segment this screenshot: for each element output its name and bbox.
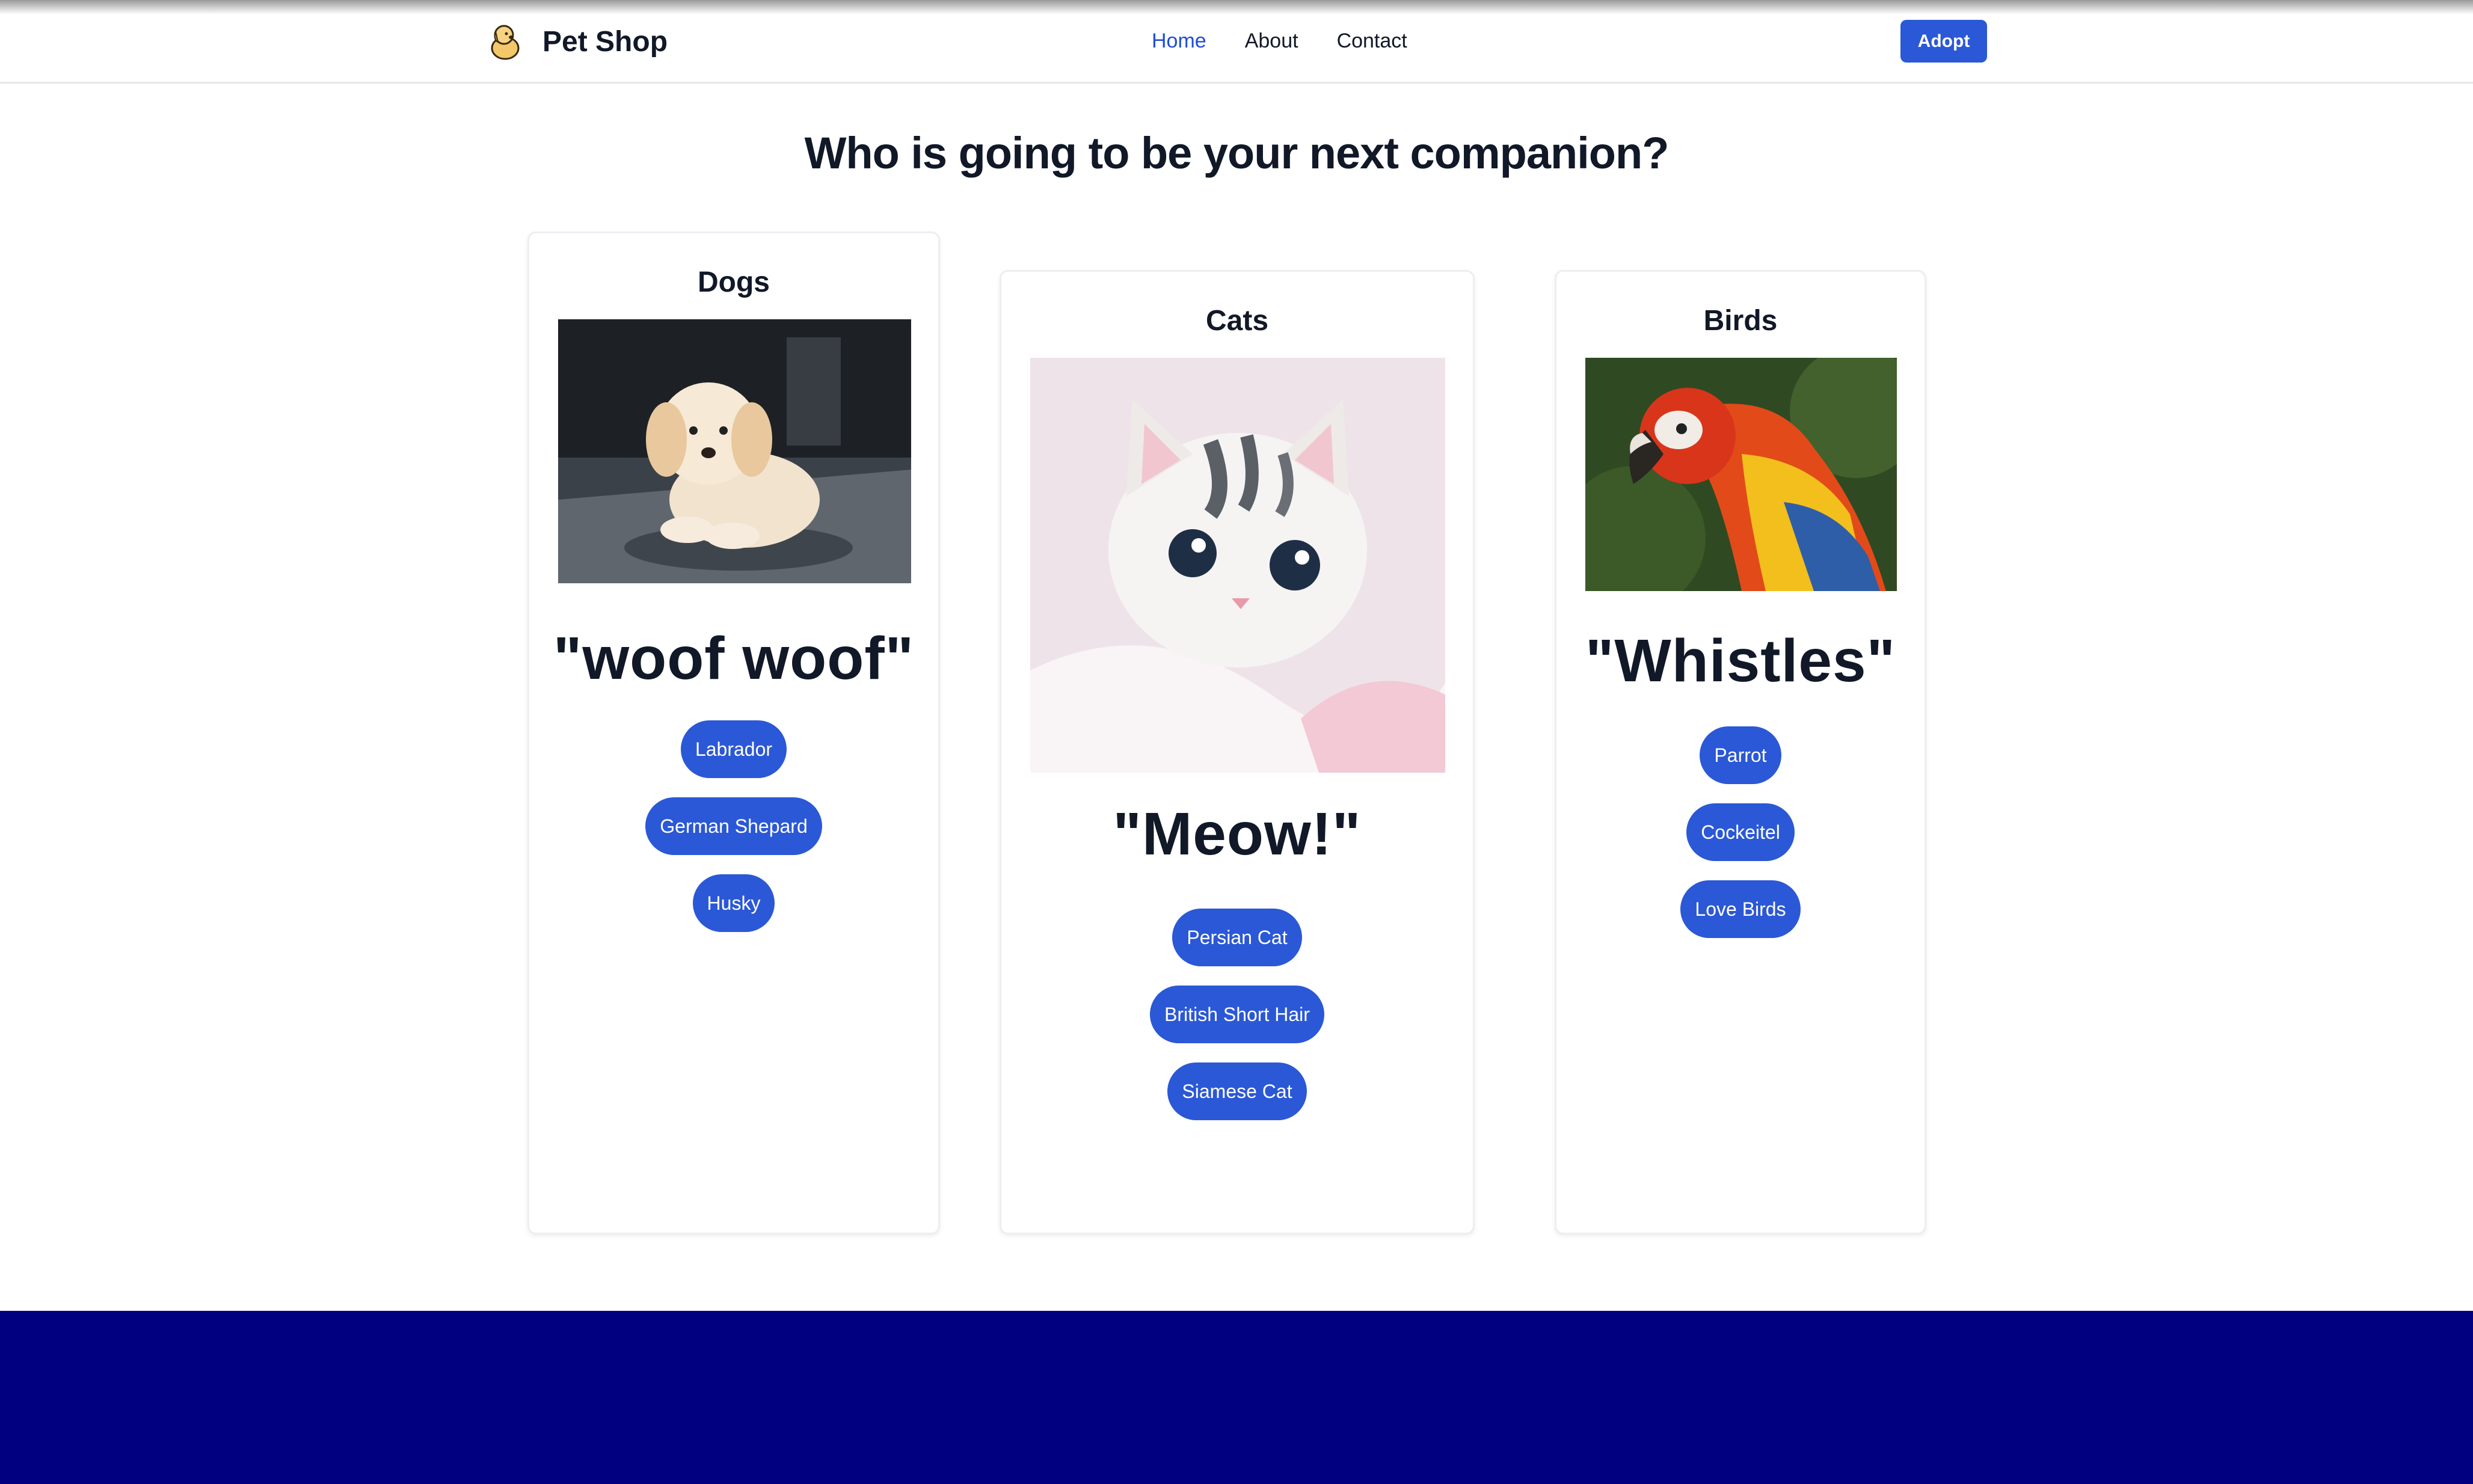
card-title: Birds [1703,305,1778,337]
card-sound: "woof woof" [553,625,915,692]
card-sound: "Whistles" [1585,627,1896,694]
breed-german-shepard-button[interactable]: German Shepard [645,797,822,855]
navbar: Pet Shop Home About Contact Adopt [0,0,2473,84]
dog-logo-icon [487,22,523,61]
breed-husky-button[interactable]: Husky [692,874,775,932]
card-title: Cats [1205,305,1269,337]
breed-list: Persian Cat British Short Hair Siamese C… [1001,909,1473,1139]
footer [0,1311,2473,1484]
breed-british-short-hair-button[interactable]: British Short Hair [1150,986,1324,1043]
breed-love-birds-button[interactable]: Love Birds [1680,880,1801,938]
cats-card: Cats "Meow!" Persian Cat British Short H… [1000,270,1475,1234]
nav-contact-link[interactable]: Contact [1337,26,1407,55]
breed-list: Labrador German Shepard Husky [529,720,938,951]
brand[interactable]: Pet Shop [487,20,668,63]
breed-labrador-button[interactable]: Labrador [680,720,787,778]
breed-list: Parrot Cockeitel Love Birds [1556,726,1925,957]
brand-name: Pet Shop [542,25,668,58]
nav-about-link[interactable]: About [1245,26,1298,55]
cat-image [1030,358,1445,773]
dog-image [558,319,911,583]
breed-siamese-cat-button[interactable]: Siamese Cat [1167,1062,1307,1120]
page-headline: Who is going to be your next companion? [804,128,1670,178]
breed-persian-cat-button[interactable]: Persian Cat [1172,909,1302,966]
bird-image [1585,358,1897,591]
breed-parrot-button[interactable]: Parrot [1700,726,1781,784]
dogs-card: Dogs "woof woof" Labrador German Shepard… [527,231,940,1234]
card-title: Dogs [698,266,770,298]
adopt-button[interactable]: Adopt [1900,20,1987,63]
card-sound: "Meow!" [1113,800,1362,868]
birds-card: Birds "Whistles" Parrot Cockeitel Love B… [1555,270,1926,1234]
breed-cockeitel-button[interactable]: Cockeitel [1686,803,1795,861]
nav-home-link[interactable]: Home [1152,26,1206,55]
main-nav: Home About Contact [1152,26,1446,55]
